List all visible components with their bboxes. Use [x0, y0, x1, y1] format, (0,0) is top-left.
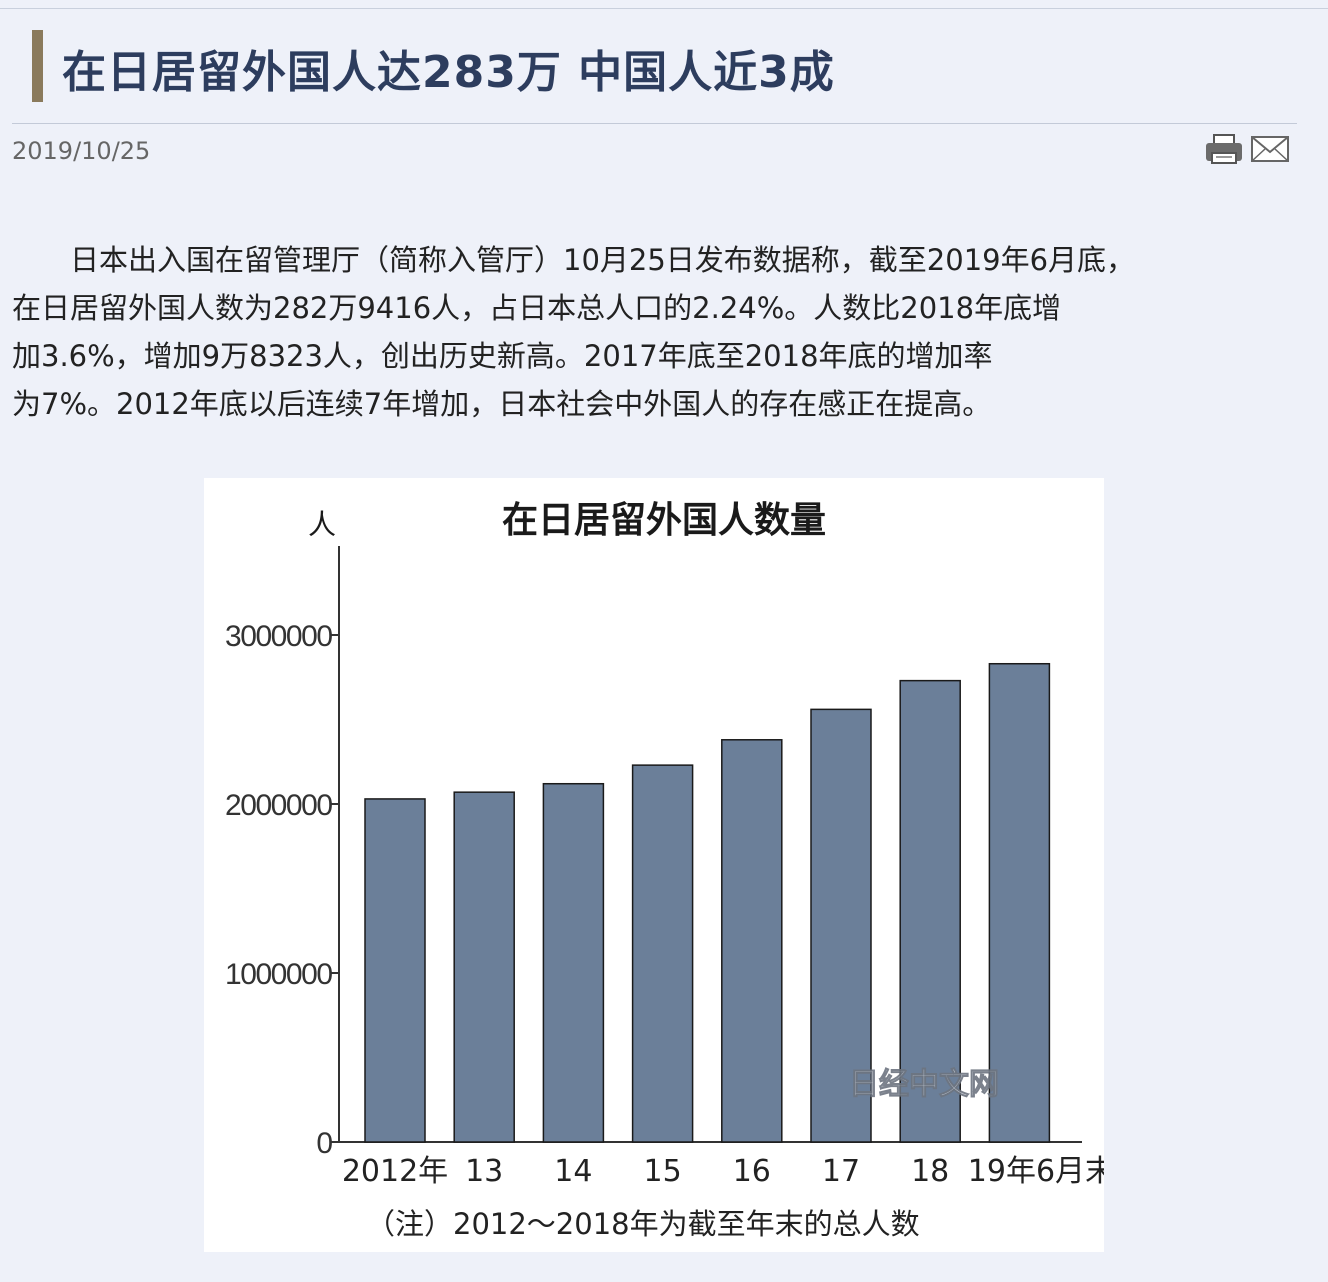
title-divider [12, 123, 1297, 124]
y-tick-label: 2000000 [225, 789, 333, 822]
x-tick-label: 16 [733, 1154, 771, 1189]
chart-title: 在日居留外国人数量 [502, 500, 826, 541]
x-tick-label: 18 [911, 1154, 949, 1189]
article-line: 加3.6%，增加9万8323人，创出历史新高。2017年底至2018年底的增加率 [12, 339, 993, 373]
bar [364, 798, 426, 1143]
title-accent-bar [32, 30, 43, 102]
article-body: 日本出入国在留管理厅（简称入管厅）10月25日发布数据称，截至2019年6月底，… [12, 236, 1272, 428]
chart-figure: 在日居留外国人数量 人 0 1000000 2000000 3000000 日经中文网 201… [204, 478, 1104, 1252]
bar [542, 782, 605, 1143]
article-tools [1204, 132, 1290, 166]
bar [453, 791, 515, 1143]
article-line: 在日居留外国人数为282万9416人，占日本总人口的2.24%。人数比2018年… [12, 291, 1062, 325]
x-tick-label: 2012年 [342, 1154, 448, 1189]
publish-date: 2019/10/25 [12, 137, 151, 165]
top-divider [0, 8, 1328, 9]
article-line: 为7%。2012年底以后连续7年增加，日本社会中外国人的存在感正在提高。 [12, 387, 992, 421]
x-tick-label: 14 [554, 1154, 592, 1189]
x-tick-label: 17 [822, 1154, 860, 1189]
y-tick-label: 3000000 [225, 620, 333, 653]
chart-note: （注）2012～2018年为截至年末的总人数 [366, 1207, 920, 1241]
watermark-text: 日经中文网 [849, 1067, 999, 1102]
y-tick-label: 1000000 [225, 958, 333, 991]
bar [721, 739, 783, 1143]
x-tick-label: 19年6月末 [968, 1154, 1104, 1189]
y-axis-label: 人 [308, 508, 336, 541]
x-tick-label: 13 [465, 1154, 503, 1189]
foreign-residents-bar-chart: 在日居留外国人数量 人 0 1000000 2000000 3000000 日经中文网 201… [225, 500, 1104, 1241]
mail-icon[interactable] [1250, 132, 1290, 166]
bar [631, 764, 694, 1143]
y-tick-label: 0 [316, 1127, 333, 1160]
article-line: 日本出入国在留管理厅（简称入管厅）10月25日发布数据称，截至2019年6月底， [12, 243, 1136, 277]
article-title: 在日居留外国人达283万 中国人近3成 [62, 47, 835, 98]
x-tick-label: 15 [644, 1154, 682, 1189]
print-icon[interactable] [1204, 132, 1244, 166]
